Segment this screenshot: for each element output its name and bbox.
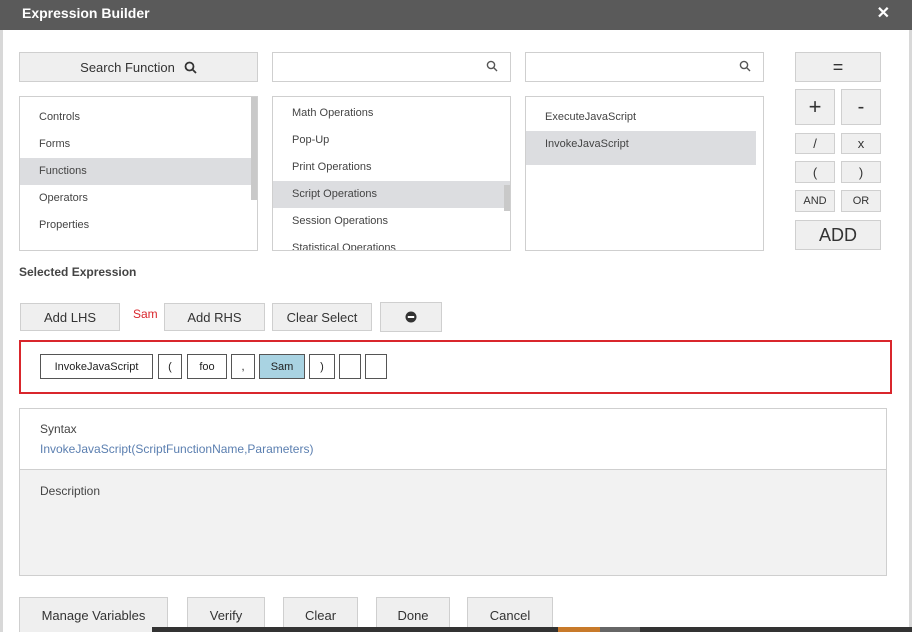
open-paren-button[interactable]: ( [795, 161, 835, 183]
subcategory-search-input[interactable] [277, 56, 477, 76]
add-lhs-button[interactable]: Add LHS [20, 303, 120, 331]
plus-button[interactable]: + [795, 89, 835, 125]
expression-token[interactable]: InvokeJavaScript [40, 354, 153, 379]
dialog-title: Expression Builder [22, 5, 150, 21]
background-strip-accent [558, 627, 600, 632]
background-strip-segment [600, 627, 640, 632]
list-item[interactable]: Forms [20, 131, 257, 158]
dialog-edge-left [0, 30, 3, 632]
scrollbar-thumb[interactable] [504, 185, 510, 211]
expression-token-empty[interactable] [339, 354, 361, 379]
subcategory-list[interactable]: Math Operations Pop-Up Print Operations … [272, 96, 511, 251]
category-list[interactable]: Controls Forms Functions Operators Prope… [19, 96, 258, 251]
clear-select-button[interactable]: Clear Select [272, 303, 372, 331]
background-strip [152, 627, 912, 632]
list-item[interactable]: Session Operations [273, 208, 510, 235]
minus-circle-icon [405, 311, 417, 323]
description-panel: Description [20, 469, 886, 575]
search-icon [184, 61, 197, 74]
list-item[interactable]: ExecuteJavaScript [526, 104, 756, 131]
list-item[interactable]: Math Operations [273, 100, 510, 127]
equals-button[interactable]: = [795, 52, 881, 82]
function-search-box [525, 52, 764, 82]
list-item[interactable]: Print Operations [273, 154, 510, 181]
selected-expression-label: Selected Expression [19, 265, 137, 279]
search-function-label: Search Function [80, 59, 175, 75]
search-function-button[interactable]: Search Function [19, 52, 258, 82]
expression-token-selected[interactable]: Sam [259, 354, 305, 379]
list-padding [20, 97, 257, 104]
expression-token[interactable]: ( [158, 354, 182, 379]
search-icon[interactable] [739, 60, 751, 72]
close-icon[interactable]: ✕ [877, 3, 890, 23]
multiply-button[interactable]: x [841, 133, 881, 154]
minus-button[interactable]: - [841, 89, 881, 125]
add-operator-button[interactable]: ADD [795, 220, 881, 250]
syntax-label: Syntax [40, 422, 77, 436]
close-paren-button[interactable]: ) [841, 161, 881, 183]
list-item[interactable]: Properties [20, 212, 257, 239]
or-button[interactable]: OR [841, 190, 881, 212]
expression-token[interactable]: ) [309, 354, 335, 379]
list-item[interactable]: Pop-Up [273, 127, 510, 154]
function-list[interactable]: ExecuteJavaScript InvokeJavaScript [525, 96, 764, 251]
list-item[interactable]: Controls [20, 104, 257, 131]
manage-variables-button[interactable]: Manage Variables [19, 597, 168, 632]
expression-token-empty[interactable] [365, 354, 387, 379]
list-item[interactable]: Statistical Operations [273, 235, 510, 250]
syntax-value: InvokeJavaScript(ScriptFunctionName,Para… [40, 442, 314, 456]
scrollbar-thumb[interactable] [251, 97, 257, 200]
syntax-panel: Syntax InvokeJavaScript(ScriptFunctionNa… [19, 408, 887, 576]
and-button[interactable]: AND [795, 190, 835, 212]
search-icon[interactable] [486, 60, 498, 72]
list-item-selected[interactable]: InvokeJavaScript [526, 131, 756, 165]
lhs-value: Sam [133, 307, 158, 321]
expression-box: InvokeJavaScript ( foo , Sam ) [19, 340, 892, 394]
divide-button[interactable]: / [795, 133, 835, 154]
add-rhs-button[interactable]: Add RHS [164, 303, 265, 331]
subcategory-search-box [272, 52, 511, 82]
list-item[interactable]: Operators [20, 185, 257, 212]
list-item-selected[interactable]: Script Operations [273, 181, 510, 208]
description-label: Description [40, 484, 101, 498]
dialog-titlebar: Expression Builder ✕ [0, 0, 912, 30]
list-padding [526, 97, 763, 104]
function-search-input[interactable] [530, 56, 730, 76]
list-item-selected[interactable]: Functions [20, 158, 257, 185]
expression-token[interactable]: , [231, 354, 255, 379]
remove-token-button[interactable] [380, 302, 442, 332]
expression-token[interactable]: foo [187, 354, 227, 379]
